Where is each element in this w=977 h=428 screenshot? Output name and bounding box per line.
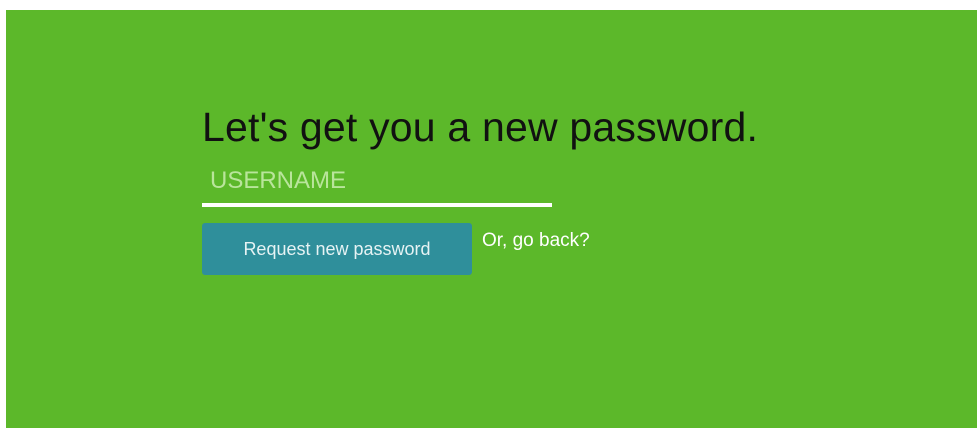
page-title: Let's get you a new password. — [202, 104, 759, 150]
go-back-link[interactable]: Or, go back? — [482, 230, 590, 252]
username-field-wrapper — [202, 167, 552, 207]
reset-password-panel: Let's get you a new password. Request ne… — [6, 10, 977, 428]
request-new-password-button[interactable]: Request new password — [202, 223, 472, 275]
username-input[interactable] — [202, 167, 552, 207]
form-actions: Request new password Or, go back? — [202, 223, 758, 275]
reset-password-form: Let's get you a new password. Request ne… — [202, 104, 758, 275]
